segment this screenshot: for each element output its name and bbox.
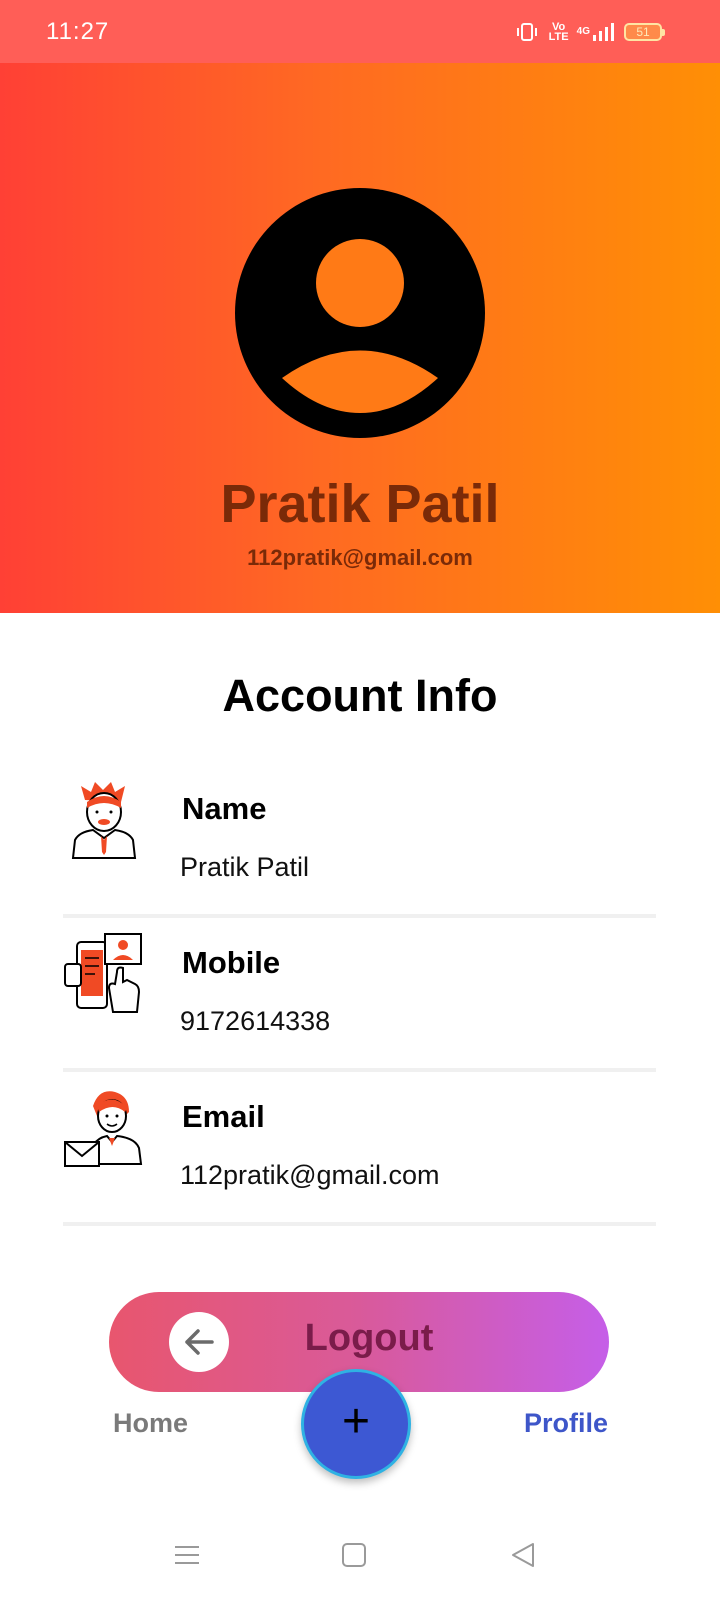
section-title: Account Info — [222, 670, 498, 721]
back-triangle-icon[interactable] — [508, 1540, 538, 1570]
volte-icon: Vo LTE — [548, 20, 569, 43]
nav-profile[interactable]: Profile — [524, 1408, 608, 1439]
name-label: Name — [182, 791, 267, 826]
email-person-icon — [64, 1091, 143, 1167]
info-row-email: Email 112pratik@gmail.com — [63, 1076, 656, 1226]
account-circle-icon — [235, 188, 485, 438]
add-button[interactable]: + — [301, 1369, 411, 1479]
profile-header: Pratik Patil 112pratik@gmail.com — [0, 63, 720, 613]
info-row-name: Name Pratik Patil — [63, 768, 656, 918]
name-value: Pratik Patil — [180, 852, 310, 882]
recents-menu-icon[interactable] — [172, 1540, 202, 1570]
battery-level: 51 — [636, 24, 650, 39]
mobile-label: Mobile — [182, 945, 281, 980]
home-square-icon[interactable] — [339, 1540, 369, 1570]
status-time: 11:27 — [46, 17, 110, 45]
profile-email: 112pratik@gmail.com — [247, 545, 473, 570]
vibrate-icon — [515, 22, 539, 42]
info-row-mobile: Mobile 9172614338 — [63, 922, 656, 1072]
battery-icon: 51 — [624, 22, 665, 41]
status-bar: 11:27 Vo LTE 4G 51 — [0, 0, 720, 63]
mobile-value: 9172614338 — [180, 1006, 331, 1036]
status-icons: Vo LTE 4G 51 — [515, 20, 665, 43]
signal-icon: 4G — [577, 22, 614, 42]
mobile-contact-icon — [64, 933, 142, 1013]
email-label: Email — [182, 1099, 265, 1134]
email-value: 112pratik@gmail.com — [180, 1160, 440, 1190]
profile-name: Pratik Patil — [220, 474, 500, 534]
logout-label: Logout — [304, 1317, 434, 1359]
nav-home[interactable]: Home — [113, 1408, 188, 1439]
person-icon — [71, 782, 137, 859]
plus-icon: + — [341, 1395, 371, 1448]
